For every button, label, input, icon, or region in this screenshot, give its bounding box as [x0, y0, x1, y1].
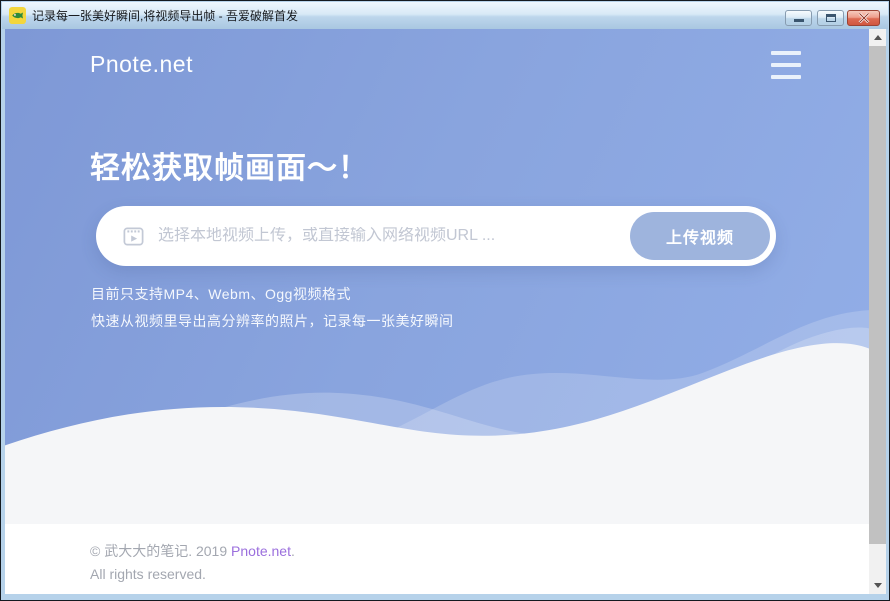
- close-button[interactable]: [847, 10, 880, 26]
- copyright-suffix: .: [291, 543, 295, 559]
- footer-link[interactable]: Pnote.net: [231, 543, 291, 559]
- minimize-button[interactable]: [785, 10, 812, 26]
- rights-text: All rights reserved.: [90, 563, 869, 586]
- window-title: 记录每一张美好瞬间,将视频导出帧 - 吾爱破解首发: [32, 7, 298, 24]
- app-window: 记录每一张美好瞬间,将视频导出帧 - 吾爱破解首发 Pnote.net 轻松获取…: [0, 0, 890, 601]
- video-url-input[interactable]: [158, 227, 620, 245]
- scrollbar-thumb[interactable]: [869, 46, 886, 544]
- maximize-button[interactable]: [817, 10, 844, 26]
- webpage: Pnote.net 轻松获取帧画面～！ 上传视频: [5, 29, 869, 594]
- copyright-text: © 武大大的笔记. 2019: [90, 543, 231, 559]
- film-icon: [122, 225, 145, 248]
- copyright-line: © 武大大的笔记. 2019 Pnote.net.: [90, 540, 869, 563]
- client-area: Pnote.net 轻松获取帧画面～！ 上传视频: [5, 29, 886, 594]
- close-icon: [858, 13, 870, 23]
- site-logo[interactable]: Pnote.net: [90, 51, 193, 78]
- site-footer: © 武大大的笔记. 2019 Pnote.net. All rights res…: [5, 524, 869, 594]
- minimize-icon: [794, 19, 804, 22]
- hamburger-icon: [771, 75, 801, 79]
- upload-bar: 上传视频: [96, 206, 776, 266]
- scroll-up-button[interactable]: [869, 29, 886, 46]
- scroll-down-button[interactable]: [869, 577, 886, 594]
- scroll-up-icon: [874, 35, 882, 40]
- hero-heading: 轻松获取帧画面～！: [90, 143, 369, 187]
- title-bar[interactable]: 记录每一张美好瞬间,将视频导出帧 - 吾爱破解首发: [2, 2, 888, 29]
- fish-logo-icon[interactable]: [9, 7, 26, 24]
- wave-decoration: [5, 292, 869, 524]
- scroll-down-icon: [874, 583, 882, 588]
- site-header: Pnote.net: [5, 29, 869, 124]
- menu-button[interactable]: [771, 51, 801, 79]
- hamburger-icon: [771, 51, 801, 55]
- vertical-scrollbar[interactable]: [869, 29, 886, 594]
- hamburger-icon: [771, 63, 801, 67]
- upload-video-button[interactable]: 上传视频: [630, 212, 770, 260]
- maximize-icon: [826, 14, 836, 22]
